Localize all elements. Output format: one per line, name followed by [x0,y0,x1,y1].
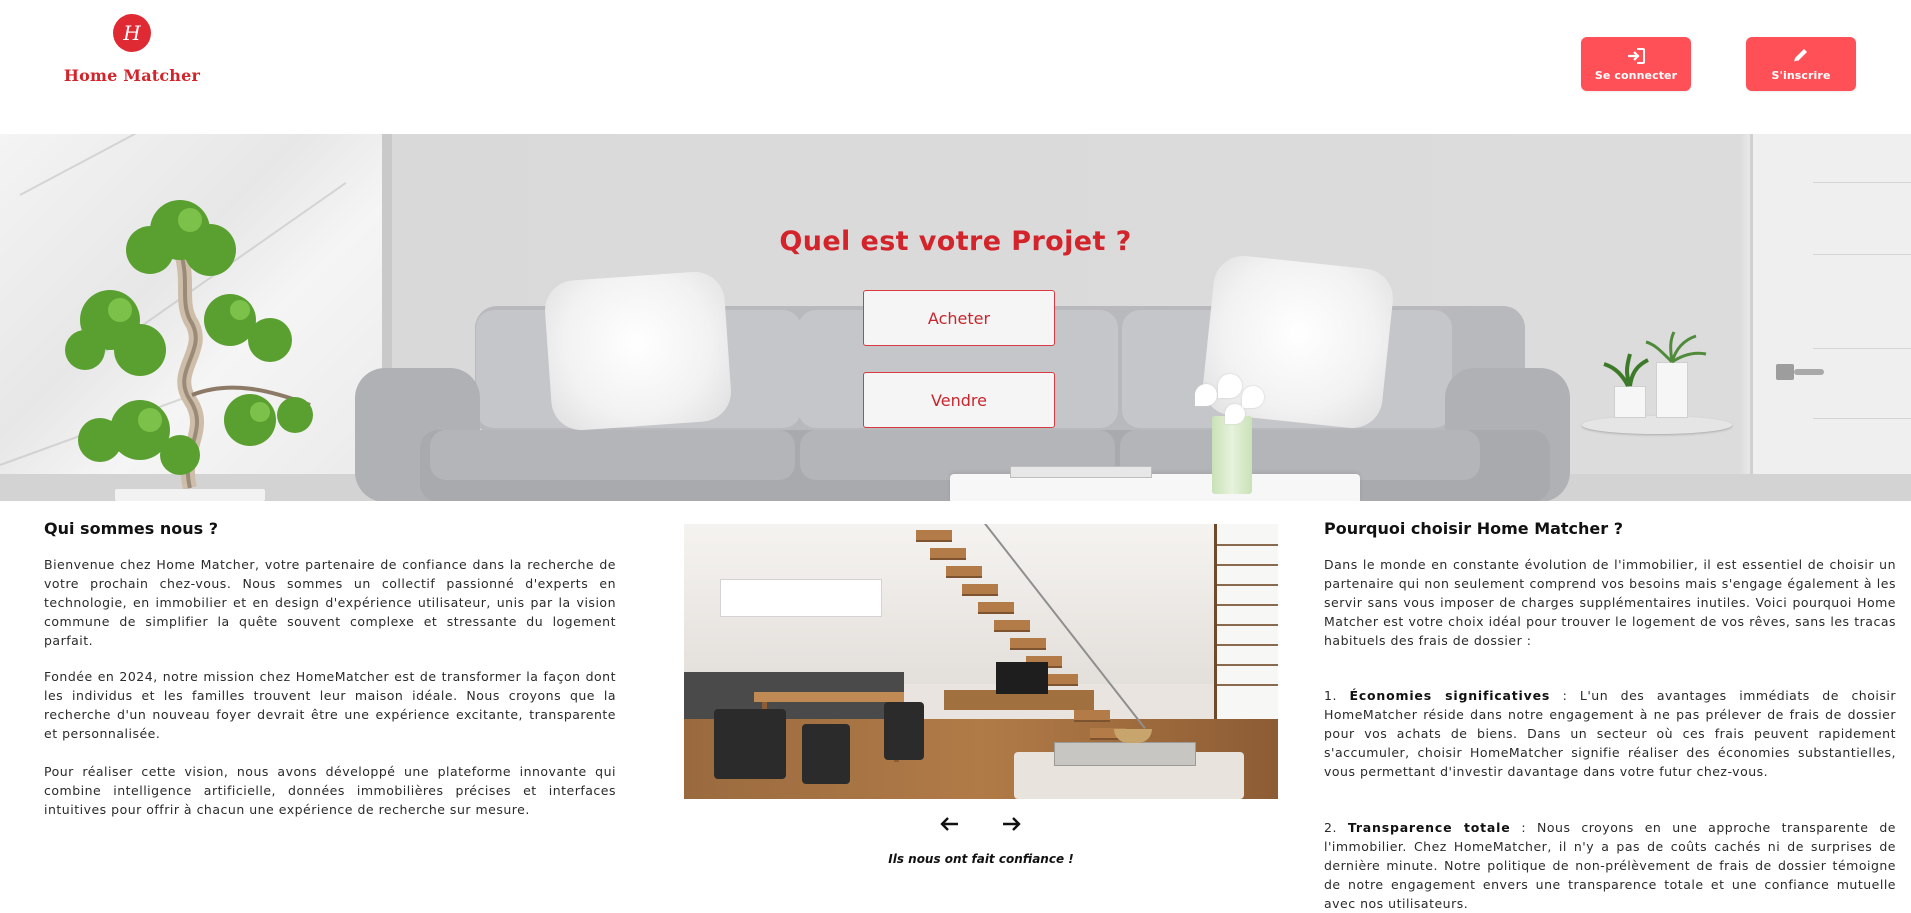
login-label: Se connecter [1594,68,1678,82]
why-point: 2. Transparence totale : Nous croyons en… [1324,818,1896,913]
point-heading: Transparence totale [1347,820,1511,835]
brand-name: Home Matcher [63,66,201,85]
arrow-right-icon [1003,817,1021,831]
about-title: Qui sommes nous ? [44,519,218,538]
carousel-image[interactable] [684,524,1278,799]
sell-button[interactable]: Vendre [863,372,1055,428]
why-title: Pourquoi choisir Home Matcher ? [1324,519,1624,538]
dining-table [754,692,904,702]
carousel-next-button[interactable] [997,813,1025,835]
hero-title: Quel est votre Projet ? [779,226,1132,257]
login-button[interactable]: Se connecter [1581,37,1691,91]
site-header: H Home Matcher Se connecter S'inscrire [0,0,1911,134]
why-intro: Dans le monde en constante évolution de … [1324,557,1896,648]
about-paragraph: Bienvenue chez Home Matcher, votre parte… [44,557,616,648]
carousel-prev-button[interactable] [936,813,964,835]
trust-caption: Ils nous ont fait confiance ! [888,852,1074,866]
brand-logo[interactable]: H Home Matcher [62,12,202,102]
coffee-table [950,474,1360,501]
door [1750,134,1911,501]
signup-label: S'inscrire [1771,68,1831,82]
signup-button[interactable]: S'inscrire [1746,37,1856,91]
point-heading: Économies significatives [1349,688,1551,703]
buy-button[interactable]: Acheter [863,290,1055,346]
why-point: 1. Économies significatives : L'un des a… [1324,686,1896,781]
point-number: 1. [1324,688,1337,703]
about-paragraph: Pour réaliser cette vision, nous avons d… [44,764,616,817]
logo-mark-icon: H [113,14,151,52]
pillow-left [542,269,734,433]
sign-in-icon [1628,47,1645,64]
pencil-icon [1793,48,1807,62]
arrow-left-icon [940,817,958,831]
about-paragraph: Fondée en 2024, notre mission chez HomeM… [44,669,616,741]
flower-vase [1212,416,1252,494]
point-number: 2. [1324,820,1337,835]
small-plants [1603,331,1707,387]
